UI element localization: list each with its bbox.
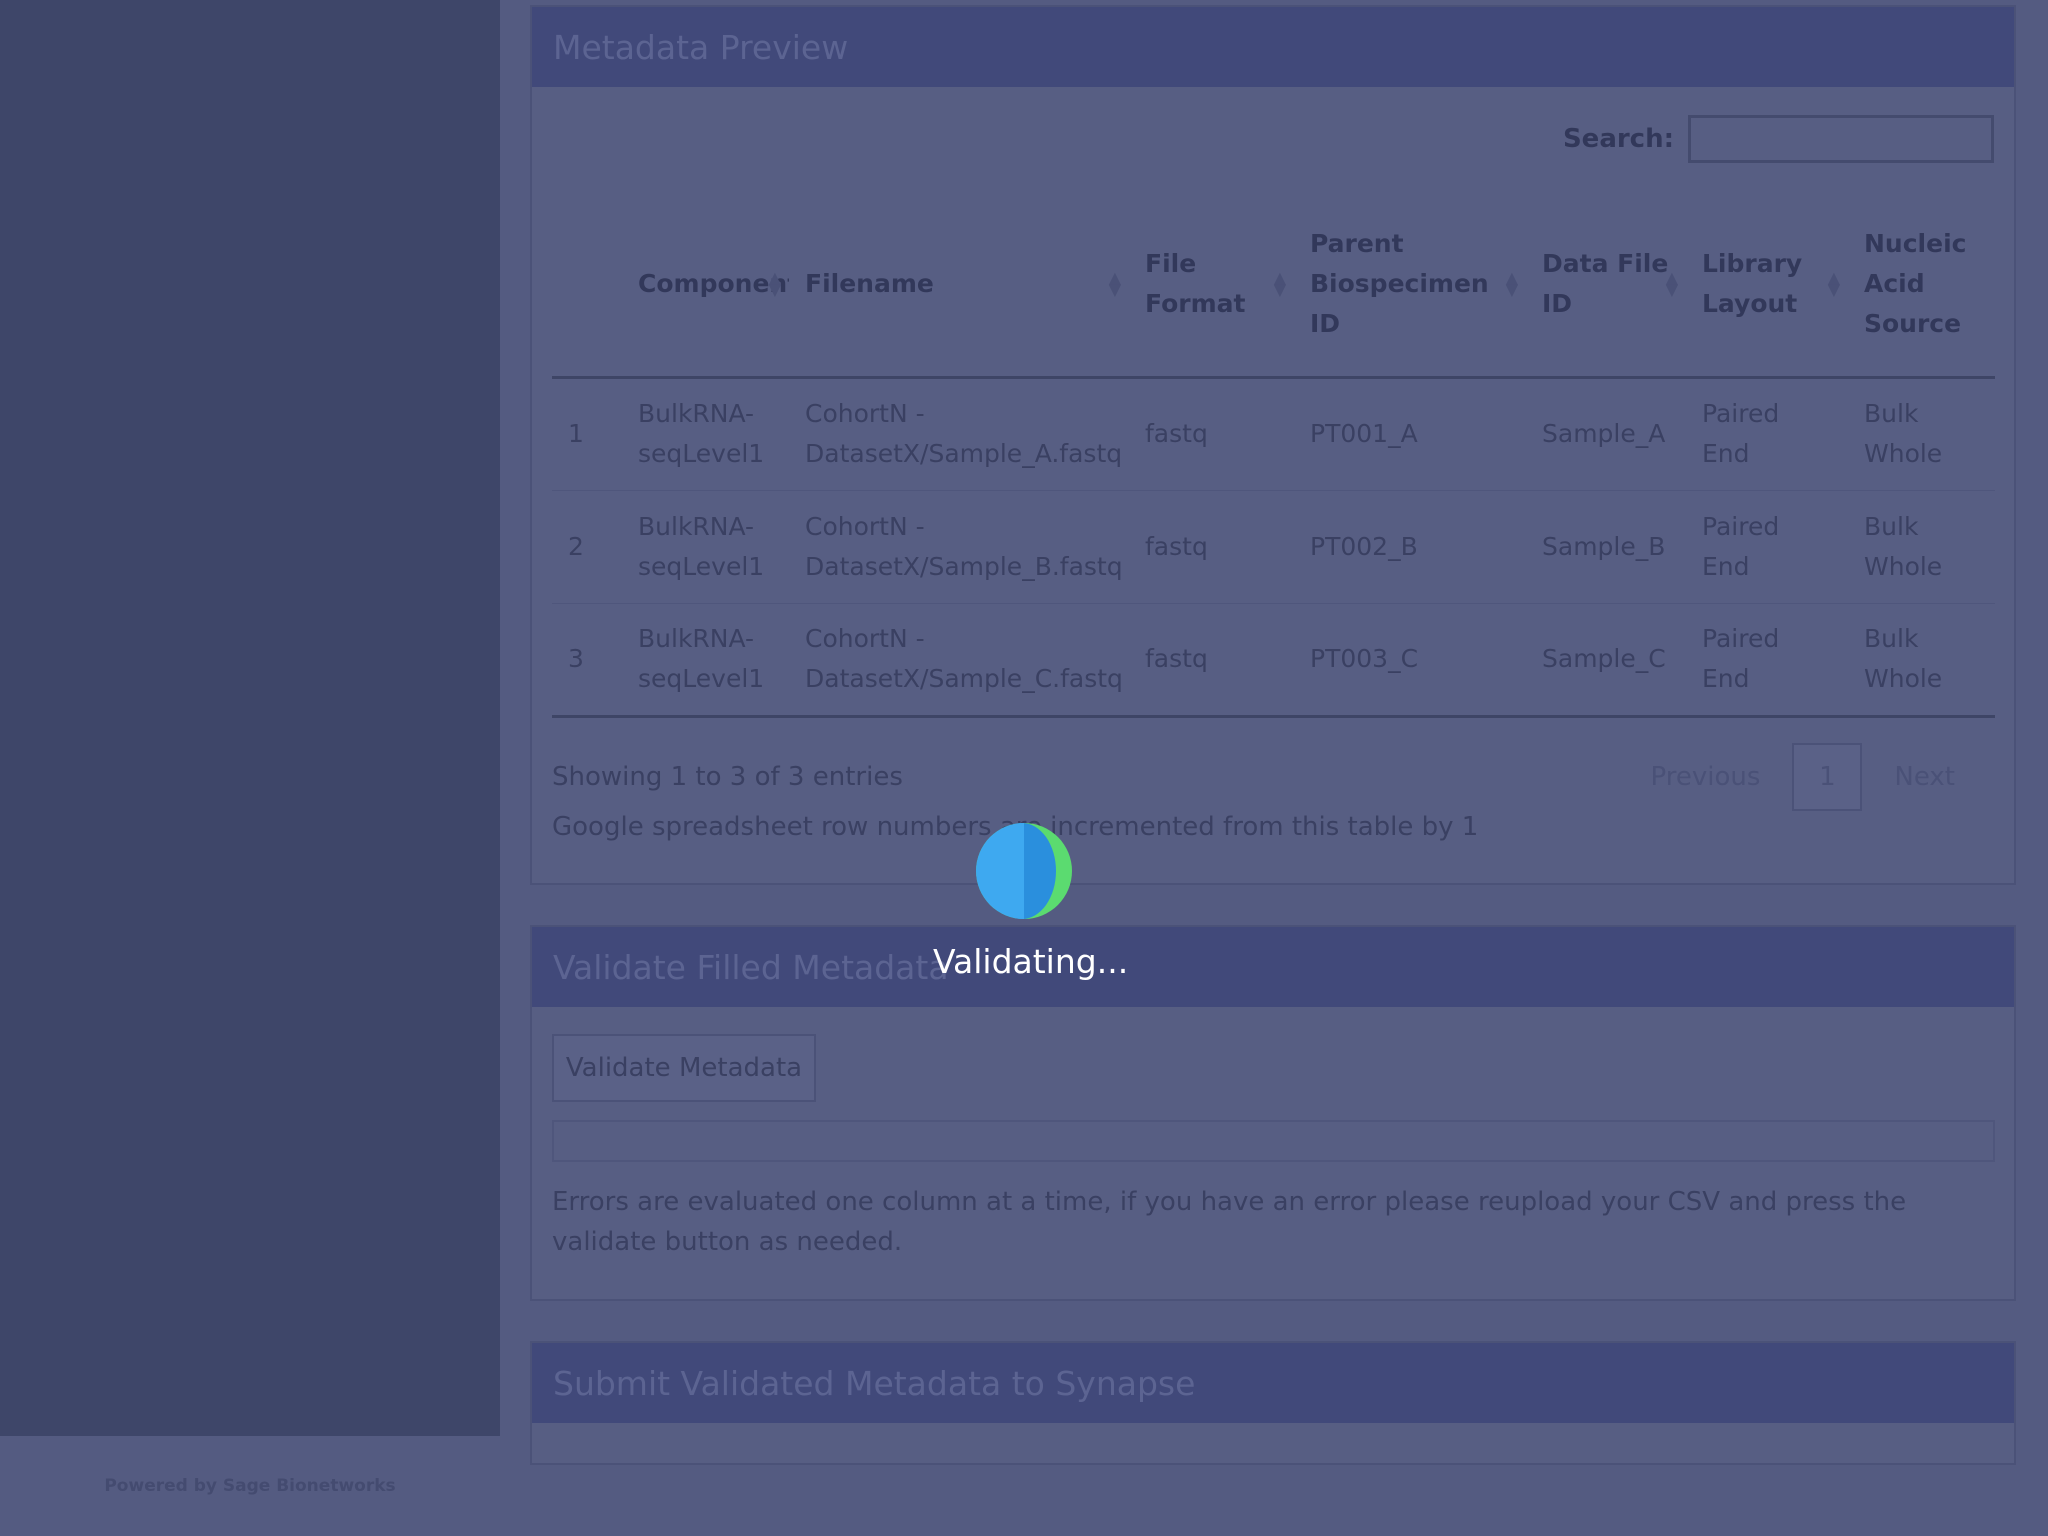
entries-info: Showing 1 to 3 of 3 entries — [552, 762, 903, 792]
column-header-index[interactable] — [552, 192, 622, 379]
next-page-button[interactable]: Next — [1862, 762, 1987, 792]
sort-icon: ▲ ▼ — [1108, 267, 1121, 299]
table-cell: fastq — [1129, 603, 1294, 718]
table-cell: BulkRNA-seqLevel1 — [622, 603, 789, 718]
column-header-data-file-id[interactable]: Data File ID ▲ ▼ — [1526, 192, 1686, 379]
table-cell: Bulk Whole — [1848, 603, 1995, 718]
submit-title: Submit Validated Metadata to Synapse — [532, 1343, 2014, 1423]
main-panel: Metadata Preview Search: Component ▲ ▼ Fil… — [500, 0, 2048, 1536]
table-cell: Sample_A — [1526, 377, 1686, 491]
table-cell: Paired End — [1686, 490, 1848, 604]
validate-box: Validate Filled Metadata Validate Metada… — [530, 925, 2016, 1301]
sort-icon: ▲ ▼ — [1273, 267, 1286, 299]
table-header-row: Component ▲ ▼ Filename ▲ ▼ File Format ▲ ▼ Par… — [552, 192, 1995, 379]
submit-box: Submit Validated Metadata to Synapse — [530, 1341, 2016, 1465]
table-cell: BulkRNA-seqLevel1 — [622, 377, 789, 491]
table-cell: PT001_A — [1294, 377, 1526, 491]
table-cell: fastq — [1129, 377, 1294, 491]
table-cell: Bulk Whole — [1848, 490, 1995, 604]
page-1-button[interactable]: 1 — [1792, 743, 1863, 811]
sidebar-footer: Powered by Sage Bionetworks — [0, 1436, 500, 1536]
search-row: Search: — [1563, 115, 1994, 163]
sidebar — [0, 0, 500, 1436]
search-label: Search: — [1562, 124, 1674, 154]
table-cell: CohortN - DatasetX/Sample_B.fastq — [789, 490, 1129, 604]
metadata-preview-title: Metadata Preview — [532, 7, 2014, 87]
table-cell: Sample_B — [1526, 490, 1686, 604]
validate-metadata-button[interactable]: Validate Metadata — [552, 1034, 816, 1102]
table-cell: CohortN - DatasetX/Sample_C.fastq — [789, 603, 1129, 718]
table-cell: PT002_B — [1294, 490, 1526, 604]
metadata-preview-box: Metadata Preview Search: Component ▲ ▼ Fil… — [530, 5, 2016, 885]
pagination: Previous 1 Next — [1619, 743, 1987, 811]
column-header-parent-biospecimen-id[interactable]: Parent Biospecimen ID ▲ ▼ — [1294, 192, 1526, 379]
table-row: 1 BulkRNA-seqLevel1 CohortN - DatasetX/S… — [552, 377, 1995, 491]
table-row: 3 BulkRNA-seqLevel1 CohortN - DatasetX/S… — [552, 603, 1995, 718]
table-cell: CohortN - DatasetX/Sample_A.fastq — [789, 377, 1129, 491]
table-cell: fastq — [1129, 490, 1294, 604]
validation-note: Errors are evaluated one column at a tim… — [552, 1187, 1907, 1257]
sort-icon: ▲ ▼ — [768, 267, 781, 299]
table-row: 2 BulkRNA-seqLevel1 CohortN - DatasetX/S… — [552, 490, 1995, 604]
table-cell: Paired End — [1686, 603, 1848, 718]
table-info-row: Showing 1 to 3 of 3 entries Previous 1 N… — [552, 742, 1995, 812]
table-cell: BulkRNA-seqLevel1 — [622, 490, 789, 604]
table-cell: Paired End — [1686, 377, 1848, 491]
column-header-nucleic-acid-source[interactable]: Nucleic Acid Source — [1848, 192, 1995, 379]
loading-text: Validating... — [933, 942, 1129, 981]
search-input[interactable] — [1688, 115, 1994, 163]
column-header-component[interactable]: Component ▲ ▼ — [622, 192, 789, 379]
table-cell: PT003_C — [1294, 603, 1526, 718]
loading-spinner-icon — [975, 822, 1073, 920]
table-cell: 2 — [552, 490, 622, 604]
table-cell: Sample_C — [1526, 603, 1686, 718]
validate-title: Validate Filled Metadata — [532, 927, 2014, 1007]
sort-icon: ▲ ▼ — [1827, 267, 1840, 299]
table-cell: 1 — [552, 377, 622, 491]
sort-icon: ▲ ▼ — [1505, 267, 1518, 299]
validation-output-bar — [552, 1120, 1995, 1162]
column-header-filename[interactable]: Filename ▲ ▼ — [789, 192, 1129, 379]
table-cell: Bulk Whole — [1848, 377, 1995, 491]
metadata-table: Component ▲ ▼ Filename ▲ ▼ File Format ▲ ▼ Par… — [552, 192, 1995, 718]
column-header-library-layout[interactable]: Library Layout ▲ ▼ — [1686, 192, 1848, 379]
sort-icon: ▲ ▼ — [1665, 267, 1678, 299]
column-header-file-format[interactable]: File Format ▲ ▼ — [1129, 192, 1294, 379]
previous-page-button[interactable]: Previous — [1619, 762, 1793, 792]
table-cell: 3 — [552, 603, 622, 718]
